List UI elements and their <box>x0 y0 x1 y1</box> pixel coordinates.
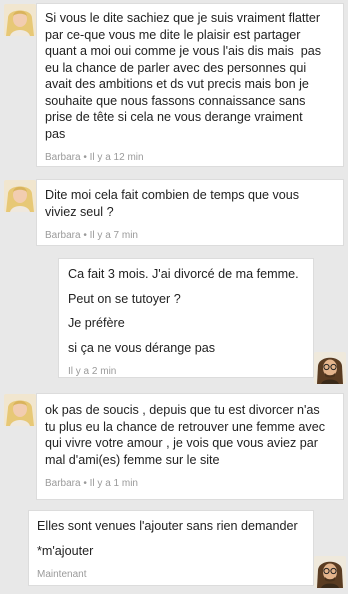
message-text: pas <box>45 126 66 141</box>
author-name: Barbara <box>45 230 81 241</box>
user-avatar[interactable] <box>314 556 346 588</box>
portrait-icon <box>314 556 346 588</box>
message-meta: Barbara • Il y a 12 min <box>45 152 333 163</box>
timestamp: Il y a 2 min <box>68 366 117 377</box>
message-text: mal d'ami(es) femme sur le site <box>45 452 220 467</box>
meta-separator: • <box>80 152 90 163</box>
message-text: si ça ne vous dérange pas <box>68 340 216 355</box>
message-bubble: Si vous le dite sachiez que je suis vrai… <box>36 3 344 167</box>
barbara-avatar[interactable] <box>4 180 36 212</box>
message-bubble: Dite moi cela fait combien de temps que … <box>36 179 344 246</box>
message-bubble: Elles sont venues l'ajouter sans rien de… <box>28 510 314 586</box>
message-text: quant a moi oui comme je vous l'ais dis … <box>45 44 322 58</box>
message-text: eu la chance de parler avec des personne… <box>45 60 307 75</box>
message-text: *m'ajouter <box>37 543 94 558</box>
portrait-icon <box>4 394 36 426</box>
message-meta: Barbara • Il y a 1 min <box>45 478 335 489</box>
portrait-icon <box>4 180 36 212</box>
barbara-avatar[interactable] <box>4 4 36 36</box>
author-name: Barbara <box>45 152 81 163</box>
message-meta: Maintenant <box>37 569 303 580</box>
message-meta: Barbara • Il y a 7 min <box>45 230 333 241</box>
message-text: qui vivre votre amour , je vois que vous… <box>45 436 318 450</box>
timestamp: Maintenant <box>37 569 87 580</box>
message-text: Je préfère <box>68 316 125 330</box>
message-thread: Si vous le dite sachiez que je suis vrai… <box>0 0 348 594</box>
message-text: souhaite que nous fassons connaissance s… <box>45 93 306 108</box>
timestamp: Il y a 12 min <box>89 152 144 163</box>
message-text: Ca fait 3 mois. J'ai divorcé de ma femme… <box>68 267 299 281</box>
timestamp: Il y a 7 min <box>89 230 138 241</box>
message-text: avait des ambitions et ds vut precis mai… <box>45 77 309 91</box>
message-bubble: Ca fait 3 mois. J'ai divorcé de ma femme… <box>58 258 314 378</box>
barbara-avatar[interactable] <box>4 394 36 426</box>
user-avatar[interactable] <box>314 352 346 384</box>
message-text: Si vous le dite sachiez que je suis vrai… <box>45 11 321 25</box>
meta-separator: • <box>80 230 90 241</box>
message-text: tu plus eu la chance de retrouver une fe… <box>45 419 326 434</box>
message-meta: Il y a 2 min <box>68 366 303 377</box>
meta-separator: • <box>80 478 90 489</box>
portrait-icon <box>4 4 36 36</box>
message-bubble: ok pas de soucis , depuis que tu est div… <box>36 393 344 500</box>
portrait-icon <box>314 352 346 384</box>
message-text: ok pas de soucis , depuis que tu est div… <box>45 403 320 417</box>
message-text: par ce-que vous me dite le plaisir est p… <box>45 27 301 42</box>
message-text: Dite moi cela fait combien de temps que … <box>45 188 300 202</box>
timestamp: Il y a 1 min <box>89 478 138 489</box>
message-text: Peut on se tutoyer ? <box>68 291 181 306</box>
message-text: prise de tête si cela ne vous derange vr… <box>45 110 303 124</box>
author-name: Barbara <box>45 478 81 489</box>
message-text: viviez seul ? <box>45 204 114 219</box>
message-text: Elles sont venues l'ajouter sans rien de… <box>37 519 298 533</box>
